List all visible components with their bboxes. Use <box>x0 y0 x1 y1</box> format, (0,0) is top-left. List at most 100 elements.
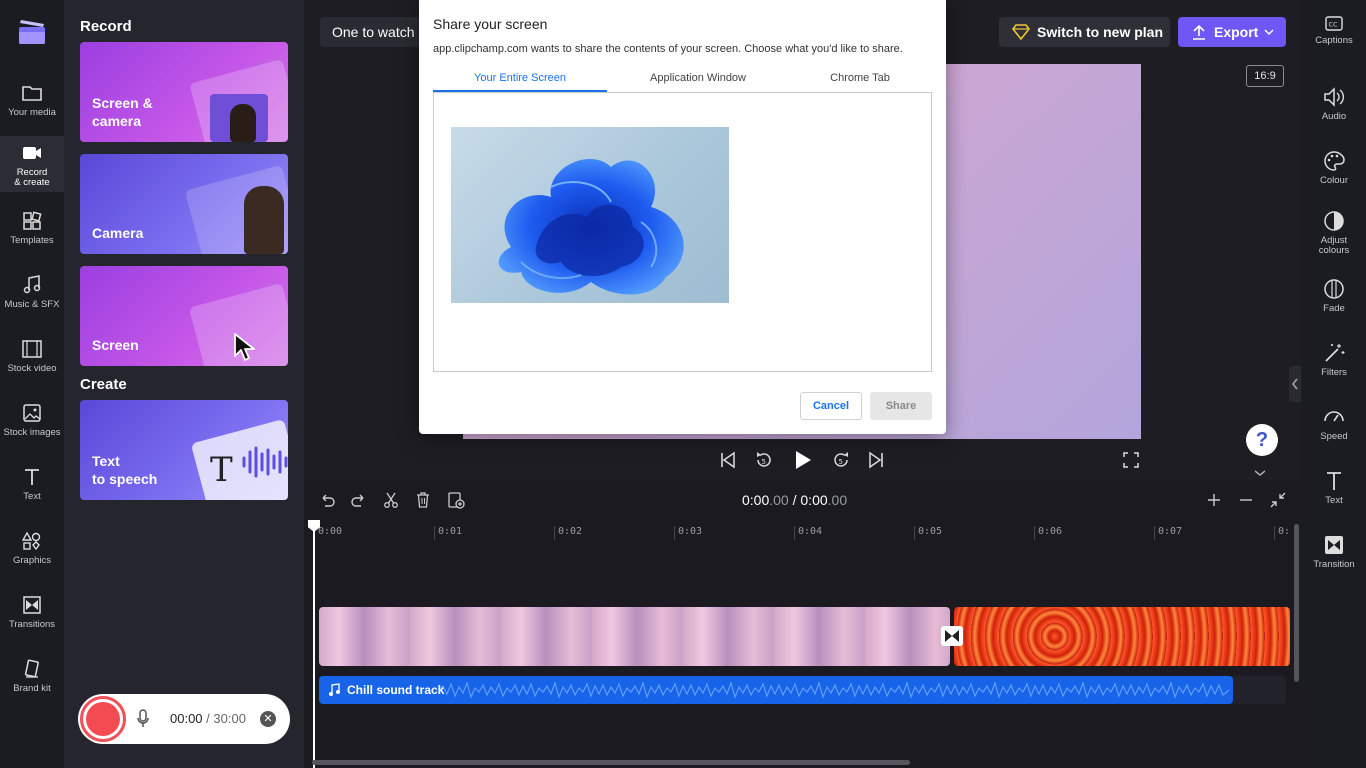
film-icon <box>22 340 42 358</box>
rail-colour[interactable]: Colour <box>1302 150 1366 186</box>
chevron-left-icon <box>1292 378 1298 390</box>
windows-bloom-image <box>498 158 684 295</box>
video-clip-red[interactable] <box>954 607 1290 666</box>
export-label: Export <box>1214 24 1259 40</box>
templates-icon <box>23 211 42 230</box>
audio-clip[interactable]: Chill sound track <box>319 676 1233 704</box>
nav-label: Transitions <box>8 619 56 630</box>
rewind-5-icon[interactable]: 5 <box>754 450 774 470</box>
nav-templates[interactable]: Templates <box>0 204 64 260</box>
rail-speed[interactable]: Speed <box>1302 406 1366 442</box>
skip-back-icon[interactable] <box>719 450 737 470</box>
ruler-tick-line <box>554 526 555 540</box>
microphone-icon[interactable] <box>136 709 150 729</box>
music-icon <box>23 275 41 294</box>
transition-icon <box>1325 536 1343 554</box>
fullscreen-icon[interactable] <box>1123 452 1139 468</box>
nav-label: Graphics <box>12 555 51 566</box>
chevron-down-icon[interactable] <box>1254 469 1266 477</box>
nav-text[interactable]: Text <box>0 460 64 516</box>
ruler-label: 0: <box>1278 526 1291 537</box>
text-to-speech-card[interactable]: T Text to speech <box>80 400 288 500</box>
nav-transitions[interactable]: Transitions <box>0 588 64 644</box>
trash-icon[interactable] <box>415 491 431 508</box>
svg-text:CC: CC <box>1329 21 1339 29</box>
tab-chrome-tab[interactable]: Chrome Tab <box>773 72 947 92</box>
rail-fade[interactable]: Fade <box>1302 278 1366 314</box>
rail-label: Audio <box>1321 111 1347 122</box>
rail-text[interactable]: Text <box>1302 470 1366 506</box>
music-note-icon <box>329 683 340 696</box>
horizontal-scrollbar[interactable] <box>312 760 910 765</box>
aspect-ratio-button[interactable]: 16:9 <box>1246 65 1284 87</box>
switch-plan-button[interactable]: Switch to new plan <box>999 17 1170 47</box>
skip-forward-icon[interactable] <box>867 450 885 470</box>
palette-icon <box>1324 151 1345 171</box>
scissors-icon[interactable] <box>383 492 399 508</box>
transition-marker-icon[interactable] <box>941 626 963 646</box>
playback-time: 0:00.00 / 0:00.00 <box>742 492 847 508</box>
vertical-scrollbar[interactable] <box>1294 524 1299 682</box>
ruler-tick-line <box>1034 526 1035 540</box>
image-icon <box>23 404 41 422</box>
forward-5-icon[interactable]: 5 <box>831 450 851 470</box>
rail-filters[interactable]: Filters <box>1302 342 1366 378</box>
rail-label: Captions <box>1315 35 1353 46</box>
person-photo <box>244 186 284 254</box>
nav-label: Brand kit <box>13 683 51 694</box>
fade-icon <box>1324 279 1344 299</box>
share-button[interactable]: Share <box>870 392 932 420</box>
record-button[interactable] <box>80 696 126 742</box>
ruler-tick-line <box>674 526 675 540</box>
cancel-button[interactable]: Cancel <box>800 392 862 420</box>
collapse-panel-tab[interactable] <box>1289 366 1301 402</box>
help-button[interactable]: ? <box>1246 424 1278 456</box>
rail-captions[interactable]: CC Captions <box>1302 16 1366 46</box>
switch-plan-label: Switch to new plan <box>1037 24 1164 40</box>
add-media-icon[interactable] <box>447 491 465 509</box>
elapsed-time: 00:00 <box>170 711 203 726</box>
nav-stock-images[interactable]: Stock images <box>0 396 64 452</box>
folder-icon <box>22 86 42 101</box>
zoom-in-icon[interactable] <box>1206 492 1222 508</box>
redo-icon[interactable] <box>351 492 367 508</box>
dialog-title: Share your screen <box>433 16 548 32</box>
dialog-subtitle: app.clipchamp.com wants to share the con… <box>433 43 903 55</box>
nav-brand-kit[interactable]: Brand kit <box>0 652 64 708</box>
ruler-label: 0:07 <box>1158 526 1183 537</box>
undo-icon[interactable] <box>319 492 335 508</box>
ruler-label: 0:01 <box>438 526 463 537</box>
nav-music-sfx[interactable]: Music & SFX <box>0 268 64 324</box>
export-button[interactable]: Export <box>1178 17 1286 47</box>
rail-audio[interactable]: Audio <box>1302 86 1366 122</box>
play-icon[interactable] <box>793 450 813 470</box>
nav-label: Stock video <box>7 363 57 374</box>
speedometer-icon <box>1324 411 1344 422</box>
audio-track-label: Chill sound track <box>347 683 445 697</box>
close-recorder-icon[interactable]: ✕ <box>260 711 276 727</box>
zoom-out-icon[interactable] <box>1238 492 1254 508</box>
nav-record-create[interactable]: Record & create <box>0 136 64 192</box>
fit-timeline-icon[interactable] <box>1270 492 1286 508</box>
entire-screen-thumbnail[interactable] <box>451 127 729 303</box>
upload-icon <box>1193 24 1205 40</box>
nav-your-media[interactable]: Your media <box>0 76 64 132</box>
nav-graphics[interactable]: Graphics <box>0 524 64 580</box>
brand-kit-icon <box>24 659 39 678</box>
tab-application-window[interactable]: Application Window <box>611 72 785 92</box>
video-clip-pink[interactable] <box>319 607 950 666</box>
screen-camera-card[interactable]: Screen & camera <box>80 42 288 142</box>
rail-transition[interactable]: Transition <box>1302 534 1366 570</box>
playhead[interactable] <box>313 520 315 768</box>
rail-adjust-colours[interactable]: Adjust colours <box>1302 210 1366 256</box>
camera-card[interactable]: Camera <box>80 154 288 254</box>
rail-label: Text <box>1325 495 1343 506</box>
tab-entire-screen[interactable]: Your Entire Screen <box>433 72 607 92</box>
ruler-label: 0:06 <box>1038 526 1063 537</box>
project-title[interactable]: One to watch <box>320 17 430 47</box>
nav-label: Text <box>23 491 41 502</box>
nav-stock-video[interactable]: Stock video <box>0 332 64 388</box>
time-limit: 30:00 <box>213 711 246 726</box>
svg-text:5: 5 <box>762 458 766 466</box>
nav-label: Record & create <box>14 167 50 188</box>
